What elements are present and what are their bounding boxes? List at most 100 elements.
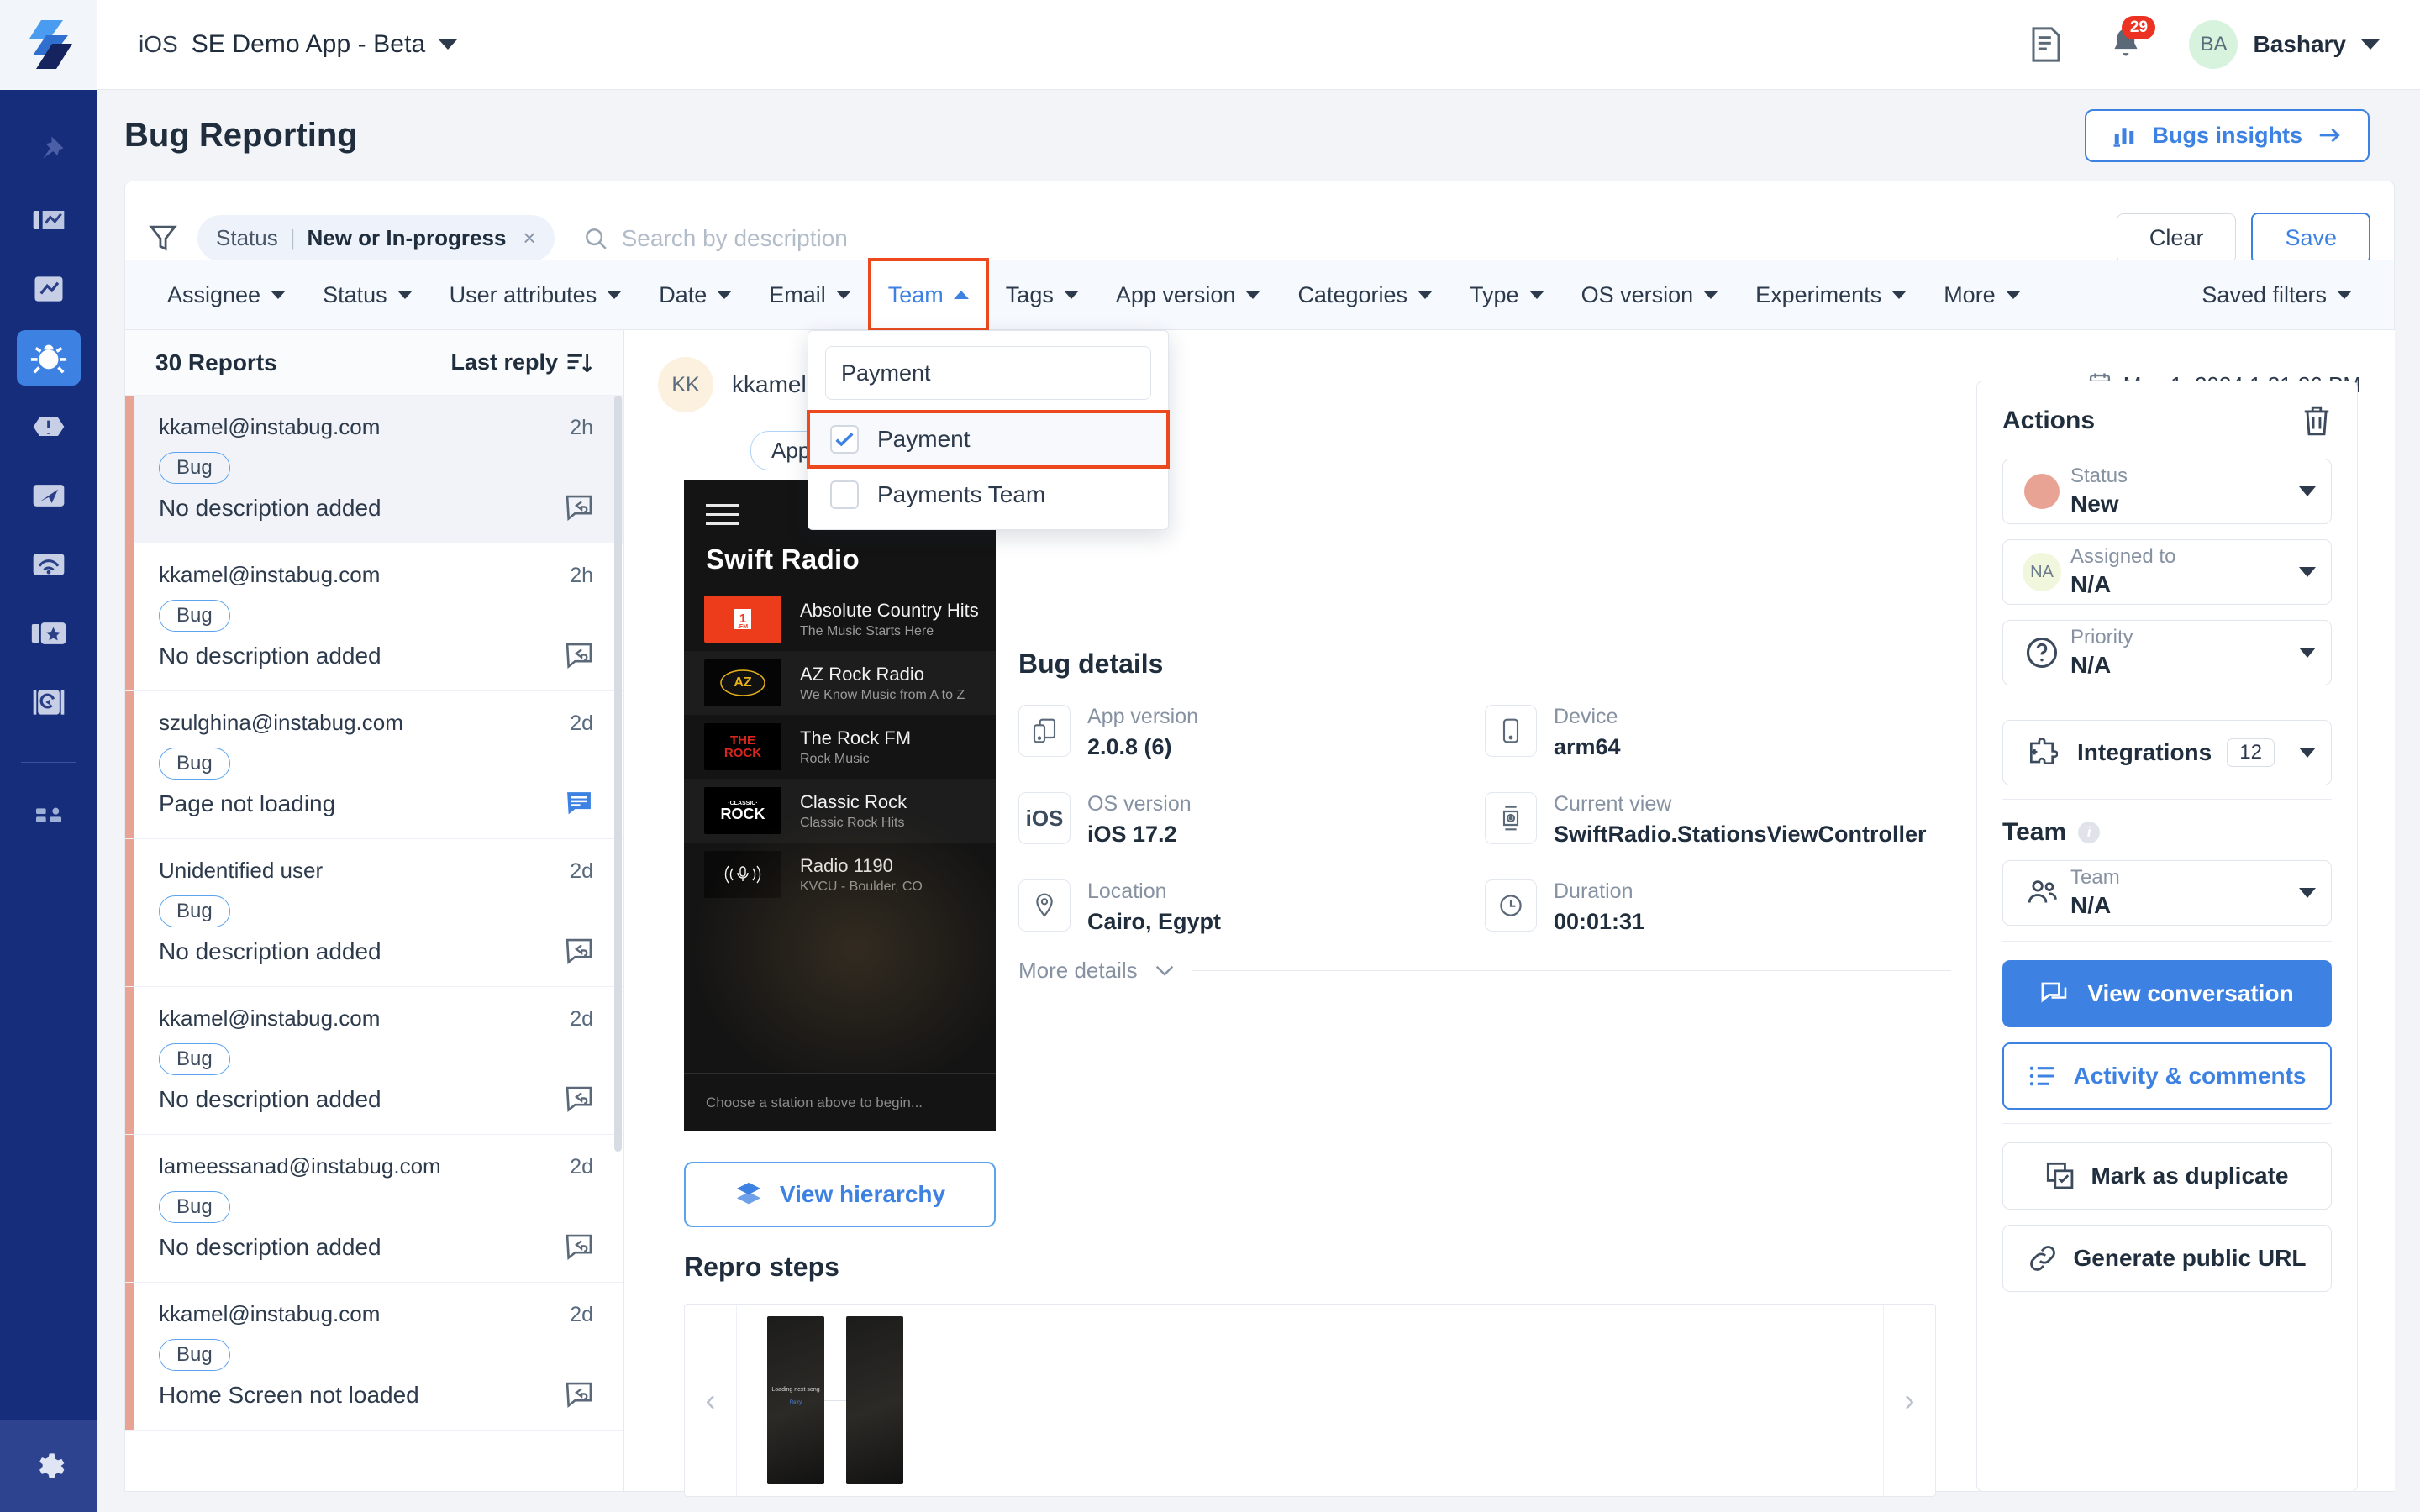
team-value: N/A bbox=[2070, 891, 2112, 918]
table-row[interactable]: szulghina@instabug.com 2d Bug Page not lo… bbox=[125, 691, 623, 839]
status-select[interactable]: Status New bbox=[2002, 459, 2332, 524]
sidebar-item-crash-reporting[interactable] bbox=[17, 399, 81, 454]
bugs-insights-button[interactable]: Bugs insights bbox=[2085, 108, 2370, 162]
integrations-select[interactable]: Integrations 12 bbox=[2002, 720, 2332, 785]
sidebar-item-feature-requests[interactable] bbox=[17, 606, 81, 661]
priority-value: N/A bbox=[2070, 651, 2112, 678]
filter-tab-team[interactable]: Team bbox=[867, 258, 989, 332]
table-row[interactable]: kkamel@instabug.com 2d Bug No description… bbox=[125, 987, 623, 1135]
filter-tab-app-version[interactable]: App version bbox=[1097, 260, 1280, 330]
chevron-down-icon bbox=[2337, 291, 2352, 299]
table-row[interactable]: kkamel@instabug.com 2h Bug No description… bbox=[125, 543, 623, 691]
filter-tab-categories[interactable]: Categories bbox=[1279, 260, 1451, 330]
close-icon[interactable]: × bbox=[523, 225, 535, 251]
app-selector[interactable]: iOS SE Demo App - Beta bbox=[139, 30, 458, 59]
saved-filters-dropdown[interactable]: Saved filters bbox=[2183, 260, 2370, 330]
team-option-payments-team[interactable]: Payments Team bbox=[808, 467, 1168, 522]
divider bbox=[1191, 970, 1951, 971]
station-subtitle: We Know Music from A to Z bbox=[800, 687, 965, 702]
filter-tab-email[interactable]: Email bbox=[750, 260, 870, 330]
filter-tab-more[interactable]: More bbox=[1925, 260, 2039, 330]
more-details-toggle[interactable]: More details bbox=[1018, 958, 1951, 984]
status-badge: Bug bbox=[159, 1043, 230, 1075]
arrow-right-icon bbox=[2319, 128, 2340, 143]
field-value: SwiftRadio.StationsViewController bbox=[1554, 822, 1927, 847]
assigned-to-label: Assigned to bbox=[2070, 545, 2176, 569]
team-option-label: Payment bbox=[877, 426, 971, 452]
settings-button[interactable] bbox=[0, 1420, 97, 1512]
list-scrollbar[interactable] bbox=[614, 396, 622, 1152]
sidebar-item-pin[interactable] bbox=[17, 123, 81, 179]
user-menu[interactable]: BA Bashary bbox=[2189, 20, 2380, 69]
field-value: arm64 bbox=[1554, 734, 1621, 759]
table-row[interactable]: kkamel@instabug.com 2h Bug No description… bbox=[125, 396, 623, 543]
view-hierarchy-button[interactable]: View hierarchy bbox=[684, 1162, 996, 1227]
filter-tab-user-attributes[interactable]: User attributes bbox=[431, 260, 641, 330]
checkbox-unchecked[interactable] bbox=[830, 480, 859, 509]
search-input[interactable] bbox=[621, 224, 1126, 252]
repro-thumb-link: Retry bbox=[789, 1400, 802, 1405]
team-label: Team bbox=[2070, 866, 2120, 890]
checkbox-checked[interactable] bbox=[830, 425, 859, 454]
assigned-to-select[interactable]: NA Assigned to N/A bbox=[2002, 539, 2332, 605]
table-row[interactable]: Unidentified user 2d Bug No description a… bbox=[125, 839, 623, 987]
table-row[interactable]: kkamel@instabug.com 2d Bug Home Screen no… bbox=[125, 1283, 623, 1431]
priority-select[interactable]: Priority N/A bbox=[2002, 620, 2332, 685]
filter-tab-label: Experiments bbox=[1755, 282, 1882, 307]
team-select[interactable]: Team N/A bbox=[2002, 860, 2332, 926]
repro-thumbnail[interactable]: Loading next song Retry bbox=[767, 1316, 824, 1484]
repro-thumb-text: Loading next song bbox=[771, 1387, 820, 1393]
field-label: Location bbox=[1087, 879, 1167, 903]
mark-as-duplicate-button[interactable]: Mark as duplicate bbox=[2002, 1142, 2332, 1210]
field-label: App version bbox=[1087, 705, 1199, 728]
instabug-logo[interactable] bbox=[0, 0, 97, 90]
sidebar-item-apps-grid[interactable] bbox=[17, 786, 81, 842]
carousel-next-button[interactable]: › bbox=[1883, 1305, 1935, 1496]
sidebar-item-session-replay[interactable] bbox=[17, 675, 81, 730]
bug-details-section: Bug details App version 2.0.8 (6) Device… bbox=[1018, 648, 1951, 935]
filter-tab-assignee[interactable]: Assignee bbox=[149, 260, 304, 330]
view-conversation-button[interactable]: View conversation bbox=[2002, 960, 2332, 1027]
team-option-payment[interactable]: Payment bbox=[807, 410, 1170, 469]
save-filters-button[interactable]: Save bbox=[2251, 213, 2370, 264]
delete-icon[interactable] bbox=[2302, 405, 2332, 437]
duplicate-icon bbox=[2046, 1162, 2073, 1189]
activity-comments-label: Activity & comments bbox=[2073, 1063, 2307, 1089]
filter-tab-os-version[interactable]: OS version bbox=[1563, 260, 1738, 330]
filter-tab-status[interactable]: Status bbox=[304, 260, 431, 330]
layers-icon bbox=[736, 1182, 761, 1205]
sidebar-item-dashboard[interactable] bbox=[17, 192, 81, 248]
saved-filters-label: Saved filters bbox=[2202, 282, 2327, 307]
report-time: 2d bbox=[570, 859, 593, 883]
filter-tab-experiments[interactable]: Experiments bbox=[1737, 260, 1925, 330]
chevron-down-icon bbox=[271, 291, 287, 299]
chevron-down-icon bbox=[1703, 291, 1719, 299]
carousel-prev-button[interactable]: ‹ bbox=[685, 1305, 737, 1496]
repro-thumbnail[interactable] bbox=[846, 1316, 903, 1484]
team-search-field[interactable] bbox=[825, 346, 1151, 400]
clear-filters-button[interactable]: Clear bbox=[2116, 213, 2237, 263]
sidebar-item-releases[interactable] bbox=[17, 261, 81, 317]
team-search-input[interactable] bbox=[841, 360, 1139, 386]
table-row[interactable]: lameessanad@instabug.com 2d Bug No descri… bbox=[125, 1135, 623, 1283]
status-color-dot bbox=[2018, 474, 2065, 509]
station-artwork: ·CLASSIC· ROCK bbox=[704, 787, 781, 834]
sidebar-item-surveys[interactable] bbox=[17, 537, 81, 592]
notifications-bell-icon[interactable]: 29 bbox=[2108, 16, 2156, 63]
sidebar-item-bug-reporting[interactable] bbox=[16, 330, 81, 386]
info-icon[interactable]: i bbox=[2078, 822, 2101, 843]
station-name: Classic Rock bbox=[800, 790, 908, 812]
detail-field-os-version: iOS OS version iOS 17.2 bbox=[1018, 792, 1485, 848]
active-filter-pill[interactable]: Status | New or In-progress × bbox=[197, 215, 555, 261]
station-artwork: AZ bbox=[704, 659, 781, 706]
sort-control[interactable]: Last reply bbox=[450, 349, 593, 375]
filter-tab-date[interactable]: Date bbox=[640, 260, 750, 330]
generate-public-url-button[interactable]: Generate public URL bbox=[2002, 1225, 2332, 1292]
sidebar-item-apm[interactable] bbox=[17, 468, 81, 523]
filter-tab-tags[interactable]: Tags bbox=[987, 260, 1097, 330]
activity-comments-button[interactable]: Activity & comments bbox=[2002, 1042, 2332, 1110]
filter-tab-type[interactable]: Type bbox=[1451, 260, 1563, 330]
detail-field-location: Location Cairo, Egypt bbox=[1018, 879, 1485, 935]
bug-screenshot-preview[interactable]: Swift Radio 1 .FM Absolute Country Hits Th… bbox=[684, 480, 996, 1131]
docs-icon[interactable] bbox=[2029, 26, 2063, 63]
